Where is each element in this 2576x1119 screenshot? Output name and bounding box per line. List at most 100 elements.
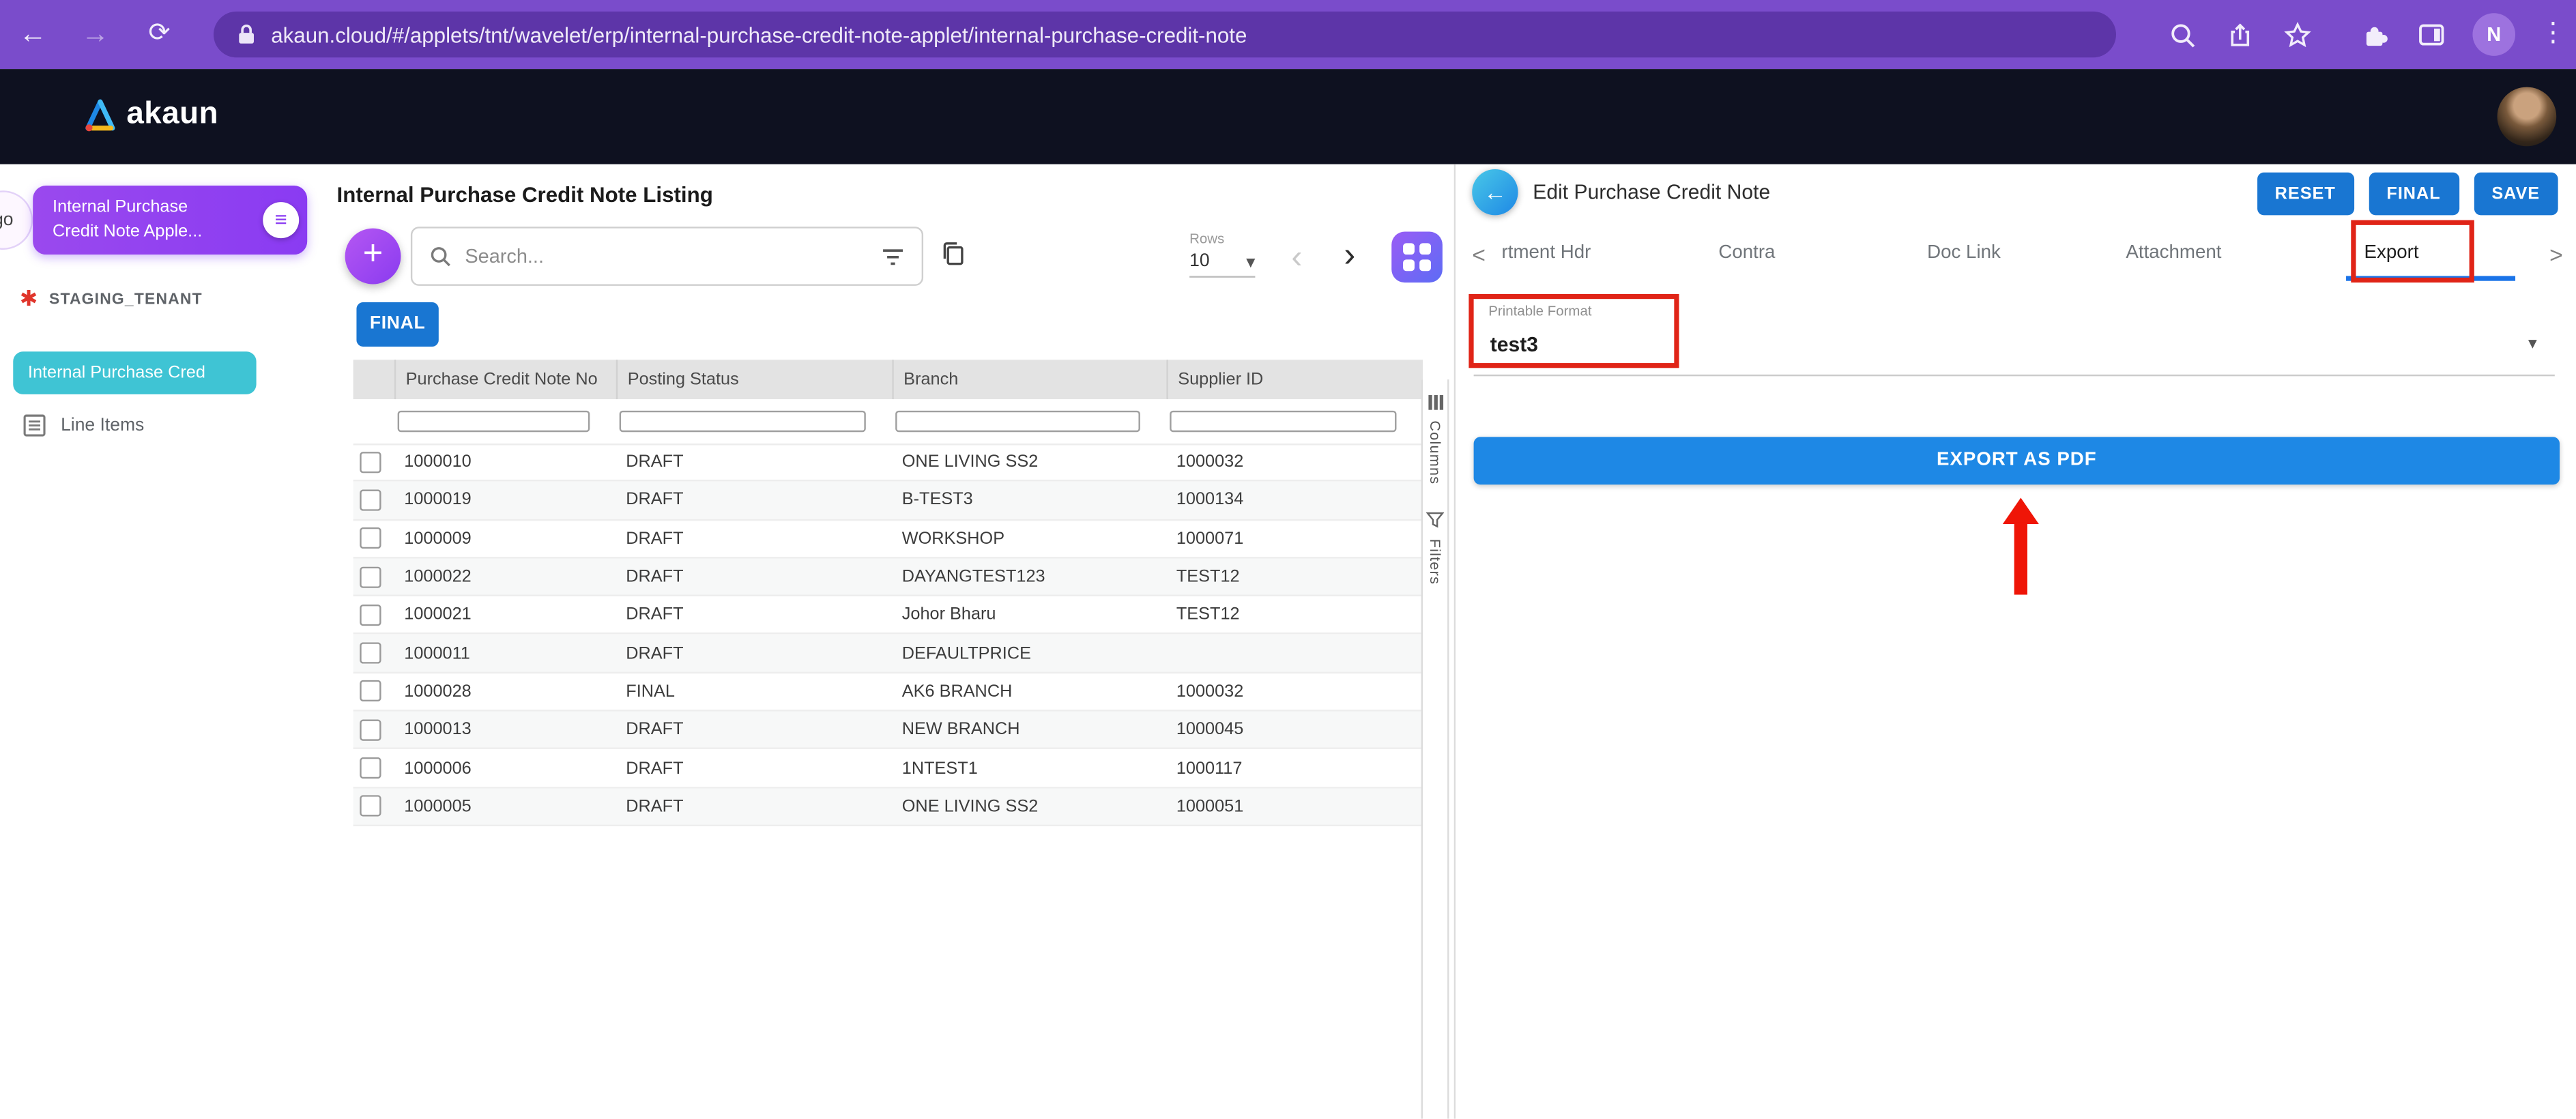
row-checkbox[interactable] bbox=[360, 489, 381, 510]
filter-list-icon[interactable] bbox=[880, 246, 905, 267]
url-bar[interactable]: akaun.cloud/#/applets/tnt/wavelet/erp/in… bbox=[214, 12, 2116, 57]
column-filter-input[interactable] bbox=[620, 411, 866, 432]
tenant-logo-badge[interactable]: go bbox=[0, 190, 33, 250]
rows-caret-icon: ▾ bbox=[1246, 251, 1255, 272]
tabs-scroll-left-icon[interactable]: < bbox=[1472, 242, 1486, 268]
cell: DRAFT bbox=[616, 720, 892, 740]
tab-department-hdr[interactable]: rtment Hdr bbox=[1502, 243, 1591, 263]
grid-view-button[interactable] bbox=[1391, 231, 1443, 282]
pagination-prev-icon[interactable]: ‹ bbox=[1291, 240, 1302, 278]
tab-attachment[interactable]: Attachment bbox=[2126, 243, 2221, 263]
profile-avatar[interactable]: N bbox=[2472, 13, 2515, 56]
row-checkbox[interactable] bbox=[360, 757, 381, 779]
listing-title: Internal Purchase Credit Note Listing bbox=[337, 182, 713, 207]
row-checkbox[interactable] bbox=[360, 527, 381, 549]
select-caret-icon[interactable]: ▼ bbox=[2526, 335, 2540, 351]
final-filter-button[interactable]: FINAL bbox=[356, 302, 438, 347]
cell: 1000006 bbox=[394, 758, 616, 778]
reset-button[interactable]: RESET bbox=[2257, 173, 2354, 216]
cell: AK6 BRANCH bbox=[892, 682, 1166, 701]
pagination-next-icon[interactable]: › bbox=[1344, 237, 1355, 276]
cell: 1000051 bbox=[1166, 796, 1423, 816]
back-button[interactable]: ← bbox=[1472, 169, 1518, 215]
column-filter-input[interactable] bbox=[895, 411, 1140, 432]
table-row[interactable]: 1000022DRAFTDAYANGTEST123TEST12 bbox=[353, 558, 1423, 596]
row-checkbox[interactable] bbox=[360, 719, 381, 740]
sidebar-applet-button[interactable]: Internal Purchase Credit Note Apple... ≡ bbox=[33, 186, 307, 255]
export-as-pdf-button[interactable]: EXPORT AS PDF bbox=[1474, 437, 2560, 484]
row-checkbox[interactable] bbox=[360, 566, 381, 587]
sidebar-item-internal-purchase-credit[interactable]: Internal Purchase Cred bbox=[13, 351, 256, 394]
side-panel-icon[interactable] bbox=[2415, 18, 2448, 50]
save-button[interactable]: SAVE bbox=[2474, 173, 2558, 216]
cell: 1000013 bbox=[394, 720, 616, 740]
column-filter-input[interactable] bbox=[1170, 411, 1396, 432]
cell: DRAFT bbox=[616, 796, 892, 816]
filters-tab[interactable]: Filters bbox=[1423, 511, 1447, 585]
row-checkbox[interactable] bbox=[360, 605, 381, 626]
rows-per-page[interactable]: Rows 10 ▾ bbox=[1189, 230, 1269, 278]
cell: 1000134 bbox=[1166, 491, 1423, 510]
tabs-scroll-right-icon[interactable]: > bbox=[2549, 242, 2563, 268]
bookmark-star-icon[interactable] bbox=[2281, 18, 2313, 50]
row-checkbox-cell bbox=[353, 719, 394, 740]
column-header[interactable]: Posting Status bbox=[616, 360, 892, 399]
browser-toolbar: ← → ⟳ akaun.cloud/#/applets/tnt/wavelet/… bbox=[0, 0, 2576, 69]
table-row[interactable]: 1000005DRAFTONE LIVING SS21000051 bbox=[353, 788, 1423, 826]
search-input[interactable]: Search... bbox=[465, 245, 867, 268]
row-checkbox-cell bbox=[353, 796, 394, 817]
search-box[interactable]: Search... bbox=[411, 227, 923, 286]
cell: 1000028 bbox=[394, 682, 616, 701]
cell: FINAL bbox=[616, 682, 892, 701]
column-header[interactable]: Supplier ID bbox=[1166, 360, 1423, 399]
browser-reload-icon[interactable]: ⟳ bbox=[140, 0, 179, 69]
tab-doc-link[interactable]: Doc Link bbox=[1927, 243, 2001, 263]
row-checkbox[interactable] bbox=[360, 796, 381, 817]
header-checkbox-cell bbox=[353, 360, 394, 399]
row-checkbox-cell bbox=[353, 605, 394, 626]
table-row[interactable]: 1000010DRAFTONE LIVING SS21000032 bbox=[353, 444, 1423, 482]
copy-icon[interactable] bbox=[940, 240, 966, 267]
cell: DAYANGTEST123 bbox=[892, 567, 1166, 587]
filters-tab-label: Filters bbox=[1427, 539, 1443, 585]
cell: Johor Bharu bbox=[892, 605, 1166, 625]
row-checkbox[interactable] bbox=[360, 681, 381, 702]
search-icon[interactable] bbox=[2165, 18, 2198, 50]
tab-contra[interactable]: Contra bbox=[1718, 243, 1775, 263]
add-record-button[interactable]: + bbox=[345, 229, 401, 285]
sidebar-tenant[interactable]: ✱ STAGING_TENANT bbox=[20, 286, 203, 313]
column-header[interactable]: Purchase Credit Note No bbox=[394, 360, 616, 399]
share-icon[interactable] bbox=[2223, 18, 2255, 50]
annotation-box-export-tab bbox=[2351, 220, 2474, 282]
table-row[interactable]: 1000009DRAFTWORKSHOP1000071 bbox=[353, 520, 1423, 558]
applet-button-label: Internal Purchase Credit Note Apple... bbox=[53, 196, 202, 244]
row-checkbox[interactable] bbox=[360, 451, 381, 472]
table-row[interactable]: 1000021DRAFTJohor BharuTEST12 bbox=[353, 596, 1423, 635]
tenant-name: STAGING_TENANT bbox=[49, 290, 203, 308]
columns-tab[interactable]: Columns bbox=[1423, 394, 1447, 484]
table-row[interactable]: 1000019DRAFTB-TEST31000134 bbox=[353, 482, 1423, 520]
browser-back-icon[interactable]: ← bbox=[13, 0, 53, 69]
table-filter-row bbox=[353, 399, 1423, 445]
column-header[interactable]: Branch bbox=[892, 360, 1166, 399]
extensions-puzzle-icon[interactable] bbox=[2358, 18, 2390, 50]
final-button[interactable]: FINAL bbox=[2369, 173, 2459, 216]
column-filter-input[interactable] bbox=[398, 411, 590, 432]
table-row[interactable]: 1000011DRAFTDEFAULTPRICE bbox=[353, 635, 1423, 673]
browser-menu-icon[interactable]: ⋮ bbox=[2540, 0, 2566, 69]
akaun-logo-icon bbox=[82, 97, 118, 133]
table-row[interactable]: 1000006DRAFT1NTEST11000117 bbox=[353, 750, 1423, 788]
row-checkbox-cell bbox=[353, 451, 394, 472]
akaun-logo-text: akaun bbox=[126, 97, 218, 133]
user-avatar-photo[interactable] bbox=[2498, 87, 2557, 147]
akaun-logo[interactable]: akaun bbox=[82, 97, 218, 133]
sidebar-item-line-items[interactable]: Line Items bbox=[23, 414, 145, 437]
edit-panel: ← Edit Purchase Credit Note RESET FINAL … bbox=[1456, 164, 2576, 1119]
table-row[interactable]: 1000028FINALAK6 BRANCH1000032 bbox=[353, 673, 1423, 712]
sidebar: go Internal Purchase Credit Note Apple..… bbox=[0, 164, 279, 1119]
table-row[interactable]: 1000013DRAFTNEW BRANCH1000045 bbox=[353, 712, 1423, 750]
browser-forward-icon[interactable]: → bbox=[76, 0, 115, 69]
columns-icon bbox=[1427, 394, 1443, 411]
collapse-menu-icon[interactable]: ≡ bbox=[263, 202, 299, 238]
row-checkbox[interactable] bbox=[360, 643, 381, 664]
